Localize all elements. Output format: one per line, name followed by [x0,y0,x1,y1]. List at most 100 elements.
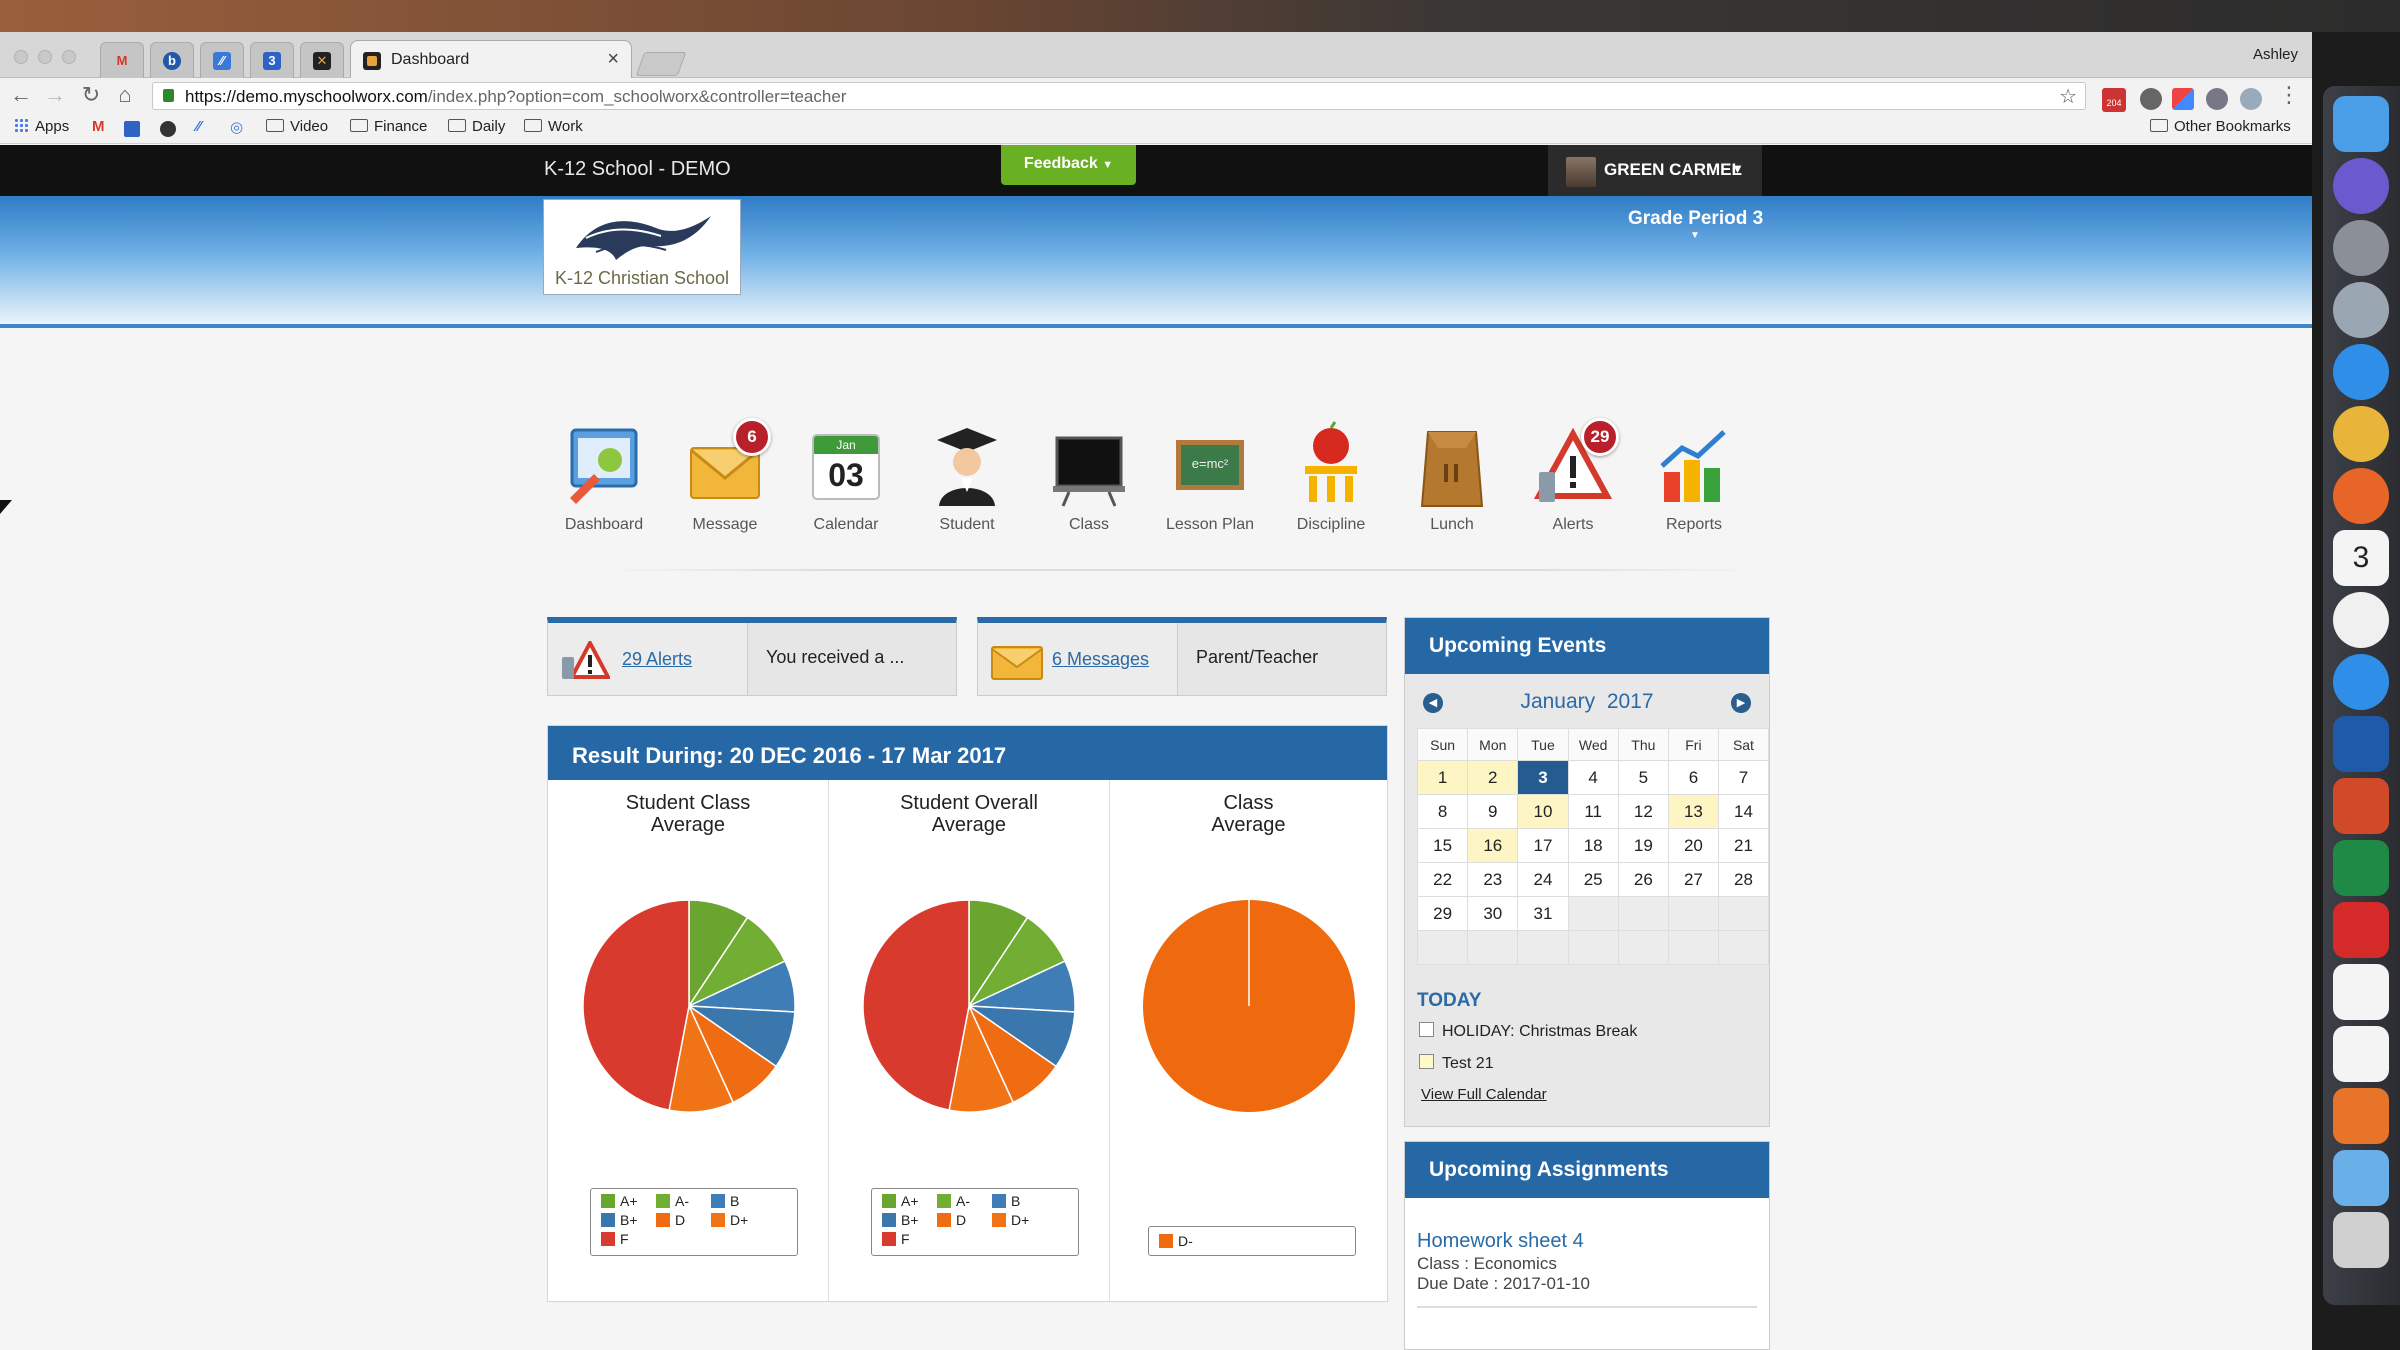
nav-reports[interactable]: Reports [1639,420,1749,534]
legend-item[interactable]: B [711,1193,739,1209]
bookmark-daily[interactable]: Daily [448,118,505,135]
calendar-day[interactable]: 22 [1416,862,1469,897]
legend-item[interactable]: D [937,1212,966,1228]
bookmark-swirl-icon[interactable]: ◎ [230,118,243,136]
window-minimize-dot[interactable] [38,50,52,64]
legend-item[interactable]: B+ [601,1212,638,1228]
calendar-day[interactable]: 27 [1667,862,1719,897]
system-preferences-icon[interactable] [2333,220,2389,276]
itunes-icon[interactable] [2333,592,2389,648]
school-name[interactable]: K-12 School - DEMO [544,158,731,181]
calendar-day[interactable]: 29 [1416,896,1469,931]
extension-b-icon[interactable] [2240,88,2262,110]
calendar-day[interactable]: 7 [1717,760,1770,795]
bookmark-stripes-icon[interactable]: ⁄⁄ [196,118,201,135]
home-icon[interactable]: ⌂ [112,82,138,108]
messages-preview[interactable]: Parent/Teacher [1196,647,1318,668]
finder-icon[interactable] [2333,96,2389,152]
calendar-day[interactable]: 14 [1717,794,1770,829]
legend-item[interactable]: D [656,1212,685,1228]
extension-multicolor-icon[interactable] [2172,88,2194,110]
assignment-link[interactable]: Homework sheet 4 [1417,1230,1584,1253]
siri-icon[interactable] [2333,158,2389,214]
nav-calendar[interactable]: Jan 03 Calendar [791,420,901,534]
tab-calendar[interactable]: 3 [250,42,294,78]
nav-lesson-plan[interactable]: e=mc² Lesson Plan [1155,420,1265,534]
today-event-item[interactable]: Test 21 [1419,1054,1494,1073]
nav-message[interactable]: 6 Message [670,418,780,534]
app-store-icon[interactable] [2333,654,2389,710]
legend-item[interactable]: A+ [882,1193,919,1209]
calendar-day[interactable]: 24 [1517,862,1569,897]
folder-icon[interactable] [2333,1150,2389,1206]
tab-gmail[interactable]: M [100,42,144,78]
next-month-icon[interactable]: ▶ [1731,693,1751,713]
calendar-day[interactable]: 16 [1467,828,1519,863]
grade-period-selector[interactable]: Grade Period 3 ▼ [1628,208,1763,241]
bookmark-calendar-icon[interactable] [124,121,140,137]
calendar-day[interactable]: 1 [1416,760,1469,795]
bookmark-video[interactable]: Video [266,118,328,135]
calendar-day[interactable]: 25 [1567,862,1619,897]
legend-item[interactable]: F [882,1231,910,1247]
calendar-day[interactable]: 11 [1567,794,1619,829]
calendar-day[interactable]: 30 [1467,896,1519,931]
calendar-day[interactable]: 20 [1667,828,1719,863]
calendar-day[interactable]: 21 [1717,828,1770,863]
trash-icon[interactable] [2333,1212,2389,1268]
alerts-message[interactable]: You received a ... [766,647,904,668]
calendar-day[interactable]: 17 [1517,828,1569,863]
notes-icon[interactable] [2333,1026,2389,1082]
safari-icon[interactable] [2333,344,2389,400]
extension-circle-icon[interactable] [2140,88,2162,110]
legend-item[interactable]: D+ [711,1212,748,1228]
slack-icon[interactable] [2333,964,2389,1020]
powerpoint-icon[interactable] [2333,778,2389,834]
alerts-link[interactable]: 29 Alerts [622,649,692,670]
calendar-day[interactable]: 15 [1416,828,1469,863]
nav-lunch[interactable]: Lunch [1397,420,1507,534]
calendar-day[interactable]: 6 [1667,760,1719,795]
messages-link[interactable]: 6 Messages [1052,649,1149,670]
view-full-calendar-link[interactable]: View Full Calendar [1421,1086,1547,1103]
bookmark-circle-icon[interactable] [160,121,176,137]
calendar-day[interactable]: 28 [1717,862,1770,897]
back-arrow-icon[interactable]: ← [8,82,34,108]
bookmark-apps[interactable]: Apps [14,118,69,135]
legend-item[interactable]: D+ [992,1212,1029,1228]
calendar-day-today[interactable]: 3 [1517,760,1569,795]
profile-name[interactable]: Ashley [2253,46,2298,63]
tab-schoolworx[interactable]: ✕ [300,42,344,78]
nav-dashboard[interactable]: Dashboard [549,420,659,534]
other-bookmarks[interactable]: Other Bookmarks [2150,118,2291,135]
pie-slice-f[interactable] [862,899,970,1111]
menu-dots-icon[interactable]: ⋮ [2276,82,2302,108]
calendar-day[interactable]: 10 [1517,794,1569,829]
new-tab-button[interactable] [635,52,687,76]
calendar-app-icon[interactable]: 3 [2333,530,2389,586]
extension-badge-icon[interactable]: 204 [2102,88,2126,112]
nav-class[interactable]: Class [1034,420,1144,534]
bookmark-work[interactable]: Work [524,118,583,135]
nav-student[interactable]: Student [912,420,1022,534]
word-icon[interactable] [2333,716,2389,772]
legend-item[interactable]: F [601,1231,629,1247]
pie-slice-f[interactable] [582,899,690,1111]
forward-arrow-icon[interactable]: → [42,82,68,108]
tab-stripes[interactable]: ⁄⁄ [200,42,244,78]
user-menu[interactable]: GREEN CARMEL ▼ [1548,145,1762,196]
bookmark-gmail-icon[interactable]: M [92,118,105,135]
calendar-day[interactable]: 18 [1567,828,1619,863]
legend-item[interactable]: A+ [601,1193,638,1209]
window-zoom-dot[interactable] [62,50,76,64]
legend-item[interactable]: B [992,1193,1020,1209]
legend-item[interactable]: B+ [882,1212,919,1228]
calendar-day[interactable]: 13 [1667,794,1719,829]
nav-alerts[interactable]: 29 Alerts [1518,418,1628,534]
excel-icon[interactable] [2333,840,2389,896]
nav-discipline[interactable]: Discipline [1276,420,1386,534]
calendar-day[interactable]: 26 [1617,862,1669,897]
calendar-day[interactable]: 19 [1617,828,1669,863]
today-event-item[interactable]: HOLIDAY: Christmas Break [1419,1022,1637,1041]
calendar-day[interactable]: 8 [1416,794,1469,829]
